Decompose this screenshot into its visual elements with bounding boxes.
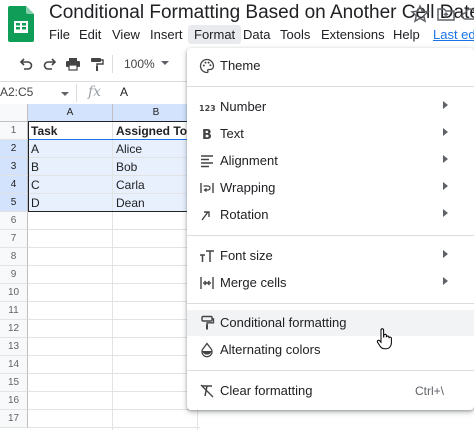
submenu-arrow-icon <box>443 155 448 163</box>
text-wrap-icon <box>200 183 214 193</box>
menu-item-alternating-colors[interactable]: Alternating colors <box>187 337 474 363</box>
menu-item-label: Rotation <box>220 207 269 222</box>
svg-text:123: 123 <box>199 104 215 113</box>
menu-item-rotation[interactable]: Rotation <box>187 202 474 228</box>
menu-item-label: Conditional formatting <box>220 315 347 330</box>
submenu-arrow-icon <box>443 182 448 190</box>
empty-cells[interactable] <box>28 212 200 430</box>
menu-item-label: Alternating colors <box>220 342 321 357</box>
menu-item-text[interactable]: B Text <box>187 121 474 147</box>
row-header[interactable]: 16 <box>0 392 28 410</box>
chevron-down-icon[interactable] <box>160 58 170 68</box>
row-header[interactable]: 8 <box>0 248 28 266</box>
print-icon[interactable] <box>65 56 81 72</box>
formula-divider <box>76 84 77 102</box>
menu-item-label: Alignment <box>220 153 278 168</box>
menu-item-wrapping[interactable]: Wrapping <box>187 175 474 201</box>
zoom-select[interactable]: 100% <box>124 57 155 71</box>
number-123-icon: 123 <box>199 104 215 113</box>
menu-extensions[interactable]: Extensions <box>321 27 385 42</box>
svg-text:B: B <box>202 128 212 142</box>
menu-item-theme[interactable]: Theme <box>187 53 474 79</box>
submenu-arrow-icon <box>443 209 448 217</box>
row-header[interactable]: 3 <box>0 158 28 176</box>
paint-roller-icon <box>201 315 215 330</box>
text-rotation-icon <box>201 211 210 221</box>
hand-cursor-icon <box>376 328 392 350</box>
sheets-logo-icon[interactable] <box>8 6 34 42</box>
select-all-corner[interactable] <box>0 104 28 122</box>
format-menu: Theme 123 Number B Text Alignment Wrappi… <box>187 48 474 410</box>
undo-icon[interactable] <box>18 56 34 72</box>
row-header[interactable]: 4 <box>0 176 28 194</box>
alternating-colors-icon <box>201 342 213 358</box>
font-size-icon <box>200 250 214 262</box>
menu-item-font-size[interactable]: Font size <box>187 243 474 269</box>
menu-edit[interactable]: Edit <box>79 27 101 42</box>
row-header[interactable]: 10 <box>0 284 28 302</box>
menu-item-clear-formatting[interactable]: Clear formatting Ctrl+\ <box>187 378 474 404</box>
title-bar: Conditional Formatting Based on Another … <box>0 0 474 50</box>
row-header[interactable]: 12 <box>0 320 28 338</box>
name-box-dropdown-icon[interactable] <box>60 89 70 99</box>
row-header[interactable]: 6 <box>0 212 28 230</box>
clear-formatting-icon <box>200 384 214 398</box>
cloud-status-icon[interactable] <box>460 4 474 24</box>
menu-format[interactable]: Format <box>188 25 242 44</box>
row-header[interactable]: 11 <box>0 302 28 320</box>
row-header[interactable]: 1 <box>0 122 28 140</box>
merge-cells-icon <box>200 277 214 289</box>
selection-border <box>28 139 200 212</box>
menu-help[interactable]: Help <box>393 27 420 42</box>
menu-item-label: Font size <box>220 248 273 263</box>
row-header[interactable]: 14 <box>0 356 28 374</box>
row-header[interactable]: 17 <box>0 410 28 428</box>
menu-item-label: Theme <box>220 58 261 73</box>
menu-tools[interactable]: Tools <box>280 27 310 42</box>
redo-icon[interactable] <box>42 56 58 72</box>
submenu-arrow-icon <box>443 128 448 136</box>
submenu-arrow-icon <box>443 277 448 285</box>
submenu-arrow-icon <box>443 250 448 258</box>
menu-data[interactable]: Data <box>243 27 270 42</box>
last-edit-link[interactable]: Last edi <box>433 27 474 42</box>
row-header[interactable]: 7 <box>0 230 28 248</box>
name-box[interactable]: A2:C5 <box>0 85 33 99</box>
row-header[interactable]: 9 <box>0 266 28 284</box>
column-header-a[interactable]: A <box>28 104 113 122</box>
formula-input[interactable]: A <box>120 85 128 99</box>
menu-separator <box>187 86 474 87</box>
star-icon[interactable] <box>410 4 430 24</box>
align-left-icon <box>201 155 213 168</box>
move-folder-icon[interactable] <box>436 4 456 24</box>
menu-item-merge-cells[interactable]: Merge cells <box>187 270 474 296</box>
menu-item-alignment[interactable]: Alignment <box>187 148 474 174</box>
menu-item-label: Text <box>220 126 244 141</box>
menu-item-conditional-formatting[interactable]: Conditional formatting <box>187 310 474 336</box>
menu-item-label: Clear formatting <box>220 383 313 398</box>
menu-item-label: Number <box>220 99 267 114</box>
menu-file[interactable]: File <box>49 27 70 42</box>
toolbar-divider <box>112 55 113 73</box>
menu-item-label: Merge cells <box>220 275 287 290</box>
menu-view[interactable]: View <box>112 27 140 42</box>
menu-insert[interactable]: Insert <box>150 27 183 42</box>
menu-separator <box>187 370 474 371</box>
cell-a1[interactable]: Task <box>28 122 113 140</box>
row-header[interactable]: 5 <box>0 194 28 212</box>
submenu-arrow-icon <box>443 101 448 109</box>
palette-icon <box>199 58 215 74</box>
bold-icon: B <box>202 128 212 142</box>
fx-icon: fx <box>88 84 102 100</box>
paint-format-icon[interactable] <box>89 56 105 72</box>
shortcut-label: Ctrl+\ <box>414 384 444 398</box>
row-header[interactable]: 15 <box>0 374 28 392</box>
menu-separator <box>187 235 474 236</box>
menu-separator <box>187 303 474 304</box>
row-header[interactable]: 2 <box>0 140 28 158</box>
row-header[interactable]: 13 <box>0 338 28 356</box>
menu-item-number[interactable]: 123 Number <box>187 94 474 120</box>
menu-item-label: Wrapping <box>220 180 276 195</box>
